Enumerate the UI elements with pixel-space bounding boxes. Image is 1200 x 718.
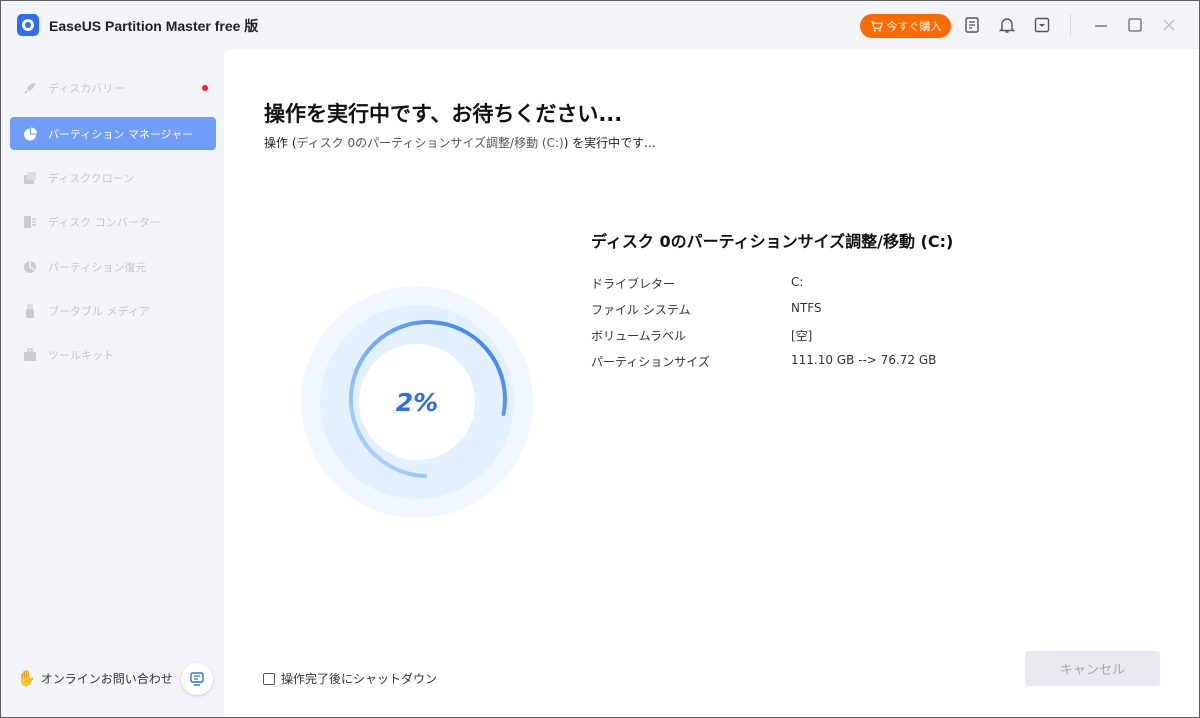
detail-row-file-system: ファイル システム NTFS: [591, 301, 1091, 321]
minimize-icon[interactable]: [1091, 15, 1111, 35]
rocket-icon: [21, 79, 38, 96]
main-panel: 操作を実行中です、お待ちください... 操作 (ディスク 0のパーティションサイ…: [224, 49, 1199, 717]
chat-icon: [190, 672, 204, 686]
subtitle-operation: ディスク 0のパーティションサイズ調整/移動 (C:): [296, 136, 564, 150]
sidebar-item-disk-converter[interactable]: ディスク コンバーター: [10, 205, 216, 238]
notification-badge: [202, 85, 208, 91]
online-support-link[interactable]: ✋ オンラインお問い合わせ: [17, 669, 173, 687]
sidebar-item-partition-manager[interactable]: パーティション マネージャー: [10, 117, 216, 150]
checkbox-box[interactable]: [263, 672, 275, 685]
app-logo-icon: [17, 14, 39, 36]
converter-icon: [21, 213, 38, 230]
subtitle-prefix: 操作 (: [264, 136, 297, 150]
sidebar: ディスカバリー パーティション マネージャー ディスククローン ディスク コンバ…: [1, 49, 224, 717]
detail-value: NTFS: [791, 301, 822, 315]
cart-icon: [870, 20, 883, 32]
toolkit-icon: [21, 346, 38, 363]
detail-title: ディスク 0のパーティションサイズ調整/移動 (C:): [591, 232, 954, 251]
detail-value: C:: [791, 275, 804, 289]
subtitle-suffix: ) を実行中です...: [563, 136, 656, 150]
detail-key: ボリュームラベル: [591, 329, 687, 343]
buy-now-button[interactable]: 今すぐ購入: [860, 14, 951, 38]
app-window: EaseUS Partition Master free 版 今すぐ購入 ディス: [0, 0, 1200, 718]
close-icon[interactable]: [1159, 15, 1179, 35]
pie-icon: [21, 125, 38, 142]
sidebar-item-label: ディスカバリー: [48, 81, 125, 95]
detail-row-partition-size: パーティションサイズ 111.10 GB --> 76.72 GB: [591, 353, 1091, 373]
detail-value: [空]: [791, 329, 813, 343]
page-title: 操作を実行中です、お待ちください...: [264, 102, 623, 126]
maximize-icon[interactable]: [1125, 15, 1145, 35]
sidebar-item-label: ツールキット: [48, 348, 114, 362]
app-title: EaseUS Partition Master free 版: [49, 18, 259, 34]
buy-now-label: 今すぐ購入: [886, 20, 942, 33]
sidebar-item-discovery[interactable]: ディスカバリー: [10, 71, 216, 104]
detail-key: ファイル システム: [591, 303, 691, 317]
sidebar-item-partition-recovery[interactable]: パーティション復元: [10, 250, 216, 283]
chat-button[interactable]: [181, 663, 213, 695]
titlebar-divider: [1070, 14, 1071, 36]
sidebar-item-disk-clone[interactable]: ディスククローン: [10, 161, 216, 194]
title-bar: EaseUS Partition Master free 版 今すぐ購入: [1, 1, 1199, 49]
dropdown-menu-icon[interactable]: [1032, 15, 1052, 35]
sidebar-item-toolkit[interactable]: ツールキット: [10, 338, 216, 371]
recovery-icon: [21, 258, 38, 275]
progress-percent: 2%: [395, 387, 439, 417]
sidebar-item-label: パーティション復元: [48, 260, 147, 274]
sidebar-item-bootable-media[interactable]: ブータブル メディア: [10, 294, 216, 327]
cancel-button[interactable]: キャンセル: [1025, 651, 1160, 686]
bell-icon[interactable]: [997, 15, 1017, 35]
shutdown-label: 操作完了後にシャットダウン: [281, 672, 438, 686]
online-support-label: オンラインお問い合わせ: [40, 671, 173, 686]
sidebar-item-label: ディスククローン: [48, 171, 135, 185]
detail-key: ドライブレター: [591, 277, 676, 291]
sidebar-item-label: ブータブル メディア: [48, 304, 150, 318]
operation-subtitle: 操作 (ディスク 0のパーティションサイズ調整/移動 (C:)) を実行中です.…: [264, 134, 656, 151]
detail-value: 111.10 GB --> 76.72 GB: [791, 353, 937, 367]
sidebar-item-label: パーティション マネージャー: [48, 127, 194, 141]
detail-row-drive-letter: ドライブレター C:: [591, 275, 1091, 295]
detail-key: パーティションサイズ: [591, 355, 710, 369]
clone-icon: [21, 169, 38, 186]
detail-row-volume-label: ボリュームラベル [空]: [591, 327, 1091, 347]
progress-center: 2%: [359, 344, 475, 460]
sidebar-item-label: ディスク コンバーター: [48, 215, 161, 229]
shutdown-after-checkbox[interactable]: 操作完了後にシャットダウン: [263, 670, 437, 687]
waving-hand-icon: ✋: [17, 669, 36, 687]
notes-icon[interactable]: [962, 15, 982, 35]
usb-icon: [21, 302, 38, 319]
